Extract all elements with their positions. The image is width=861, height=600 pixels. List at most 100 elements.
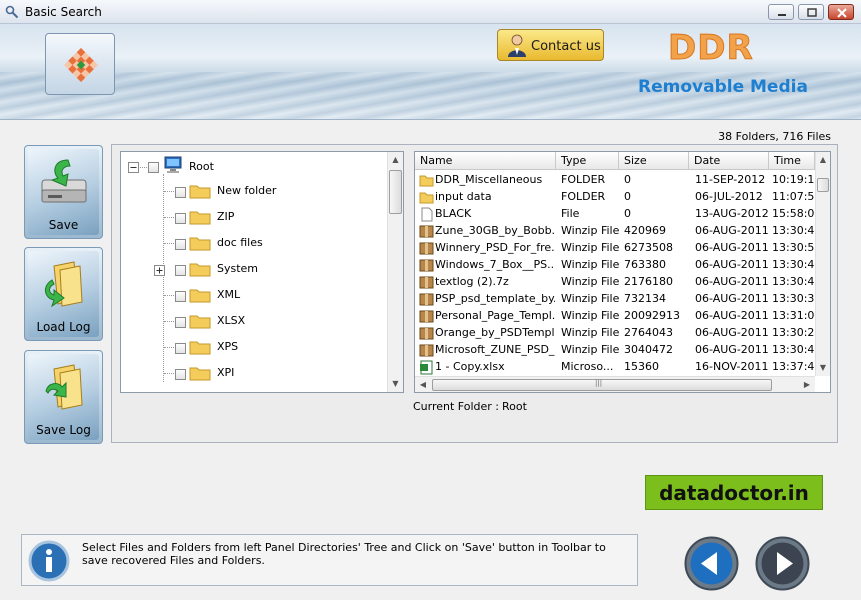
cell-type: Winzip File	[561, 343, 619, 356]
minimize-button[interactable]	[768, 4, 794, 20]
list-vertical-scrollbar[interactable]: ▲ ▼	[815, 152, 830, 376]
list-vscroll-thumb[interactable]	[817, 178, 829, 192]
tree-connector	[164, 321, 174, 322]
tree-node[interactable]: XLSX	[121, 310, 401, 332]
folder-save-icon	[45, 364, 83, 410]
directory-tree[interactable]: Root New folder ZIP doc files System XML	[120, 151, 404, 393]
disk-drive-save-icon	[41, 159, 87, 203]
tree-label: XLSX	[217, 314, 246, 327]
tree-checkbox[interactable]	[175, 213, 186, 224]
tree-node[interactable]: XPI	[121, 362, 401, 384]
tree-node-root[interactable]: Root	[121, 156, 401, 178]
table-row[interactable]: Zune_30GB_by_Bobb... Winzip File 420969 06-…	[415, 222, 815, 239]
column-header-time[interactable]: Time	[769, 152, 815, 170]
contact-us-button[interactable]: Contact us	[497, 29, 604, 61]
save-log-label: Save Log	[36, 423, 91, 437]
cell-size: 763380	[624, 258, 666, 271]
cell-time: 13:31:0	[772, 309, 815, 322]
tree-checkbox[interactable]	[175, 239, 186, 250]
maximize-button[interactable]	[798, 4, 824, 20]
table-row[interactable]: Orange_by_PSDTempl... Winzip File 2764043 0…	[415, 324, 815, 341]
table-row[interactable]: textlog (2).7z Winzip File 2176180 06-AUG-2…	[415, 273, 815, 290]
tree-checkbox[interactable]	[175, 317, 186, 328]
scroll-up-arrow-icon[interactable]: ▲	[388, 152, 403, 168]
tree-checkbox[interactable]	[175, 187, 186, 198]
tree-scroll-thumb[interactable]	[389, 170, 402, 214]
person-icon	[508, 34, 526, 57]
file-list[interactable]: Name Type Size Date Time DDR_Miscellaneo…	[414, 151, 831, 393]
cell-name: Windows_7_Box__PS...	[435, 258, 555, 271]
load-log-label: Load Log	[36, 320, 91, 334]
table-row[interactable]: Windows_7_Box__PS... Winzip File 763380 06-…	[415, 256, 815, 273]
cell-type: Winzip File	[561, 292, 619, 305]
next-button[interactable]	[754, 535, 811, 592]
tree-label: System	[217, 262, 259, 275]
info-icon	[28, 540, 70, 582]
cell-size: 3040472	[624, 343, 673, 356]
tree-scrollbar[interactable]: ▲ ▼	[387, 152, 403, 392]
tree-checkbox[interactable]	[148, 162, 159, 173]
expand-icon[interactable]	[154, 265, 165, 276]
current-folder-label: Current Folder :	[413, 400, 500, 413]
collapse-icon[interactable]	[128, 162, 139, 173]
cell-name: Orange_by_PSDTempl...	[435, 326, 555, 339]
cell-date: 06-AUG-2011	[695, 326, 769, 339]
folder-icon	[189, 237, 211, 251]
scroll-left-arrow-icon[interactable]: ◀	[415, 377, 431, 392]
table-row[interactable]: input data FOLDER 0 06-JUL-2012 11:07:5	[415, 188, 815, 205]
tree-node[interactable]: ZIP	[121, 206, 401, 228]
tree-checkbox[interactable]	[175, 343, 186, 354]
save-button[interactable]: Save	[24, 145, 103, 239]
column-header-type[interactable]: Type	[556, 152, 619, 170]
window-title: Basic Search	[25, 5, 102, 19]
scroll-right-arrow-icon[interactable]: ▶	[799, 377, 815, 392]
cell-name: Winnery_PSD_For_fre...	[435, 241, 555, 254]
column-header-size[interactable]: Size	[619, 152, 689, 170]
tree-checkbox[interactable]	[175, 291, 186, 302]
tree-node[interactable]: XML	[121, 284, 401, 306]
table-row[interactable]: 1 - Copy.xlsx Microso... 15360 16-NOV-2011 1…	[415, 358, 815, 375]
scroll-down-arrow-icon[interactable]: ▼	[388, 376, 403, 392]
zip-icon	[419, 344, 434, 357]
column-header-date[interactable]: Date	[689, 152, 769, 170]
table-row[interactable]: PSP_psd_template_by... Winzip File 732134 0…	[415, 290, 815, 307]
tree-checkbox[interactable]	[175, 265, 186, 276]
cell-size: 15360	[624, 360, 659, 373]
cell-type: Winzip File	[561, 326, 619, 339]
scroll-up-arrow-icon[interactable]: ▲	[816, 152, 830, 168]
tree-connector	[164, 191, 174, 192]
scroll-down-arrow-icon[interactable]: ▼	[816, 360, 830, 376]
cell-size: 2176180	[624, 275, 673, 288]
cell-date: 06-AUG-2011	[695, 275, 769, 288]
cell-size: 6273508	[624, 241, 673, 254]
table-row[interactable]: Microsoft_ZUNE_PSD_... Winzip File 3040472…	[415, 341, 815, 358]
table-row[interactable]: BLACK File 0 13-AUG-2012 15:58:0	[415, 205, 815, 222]
close-button[interactable]	[828, 4, 854, 20]
tree-node[interactable]: New folder	[121, 180, 401, 202]
zip-icon	[419, 310, 434, 323]
table-row[interactable]: Personal_Page_Templ... Winzip File 2009291…	[415, 307, 815, 324]
website-text: datadoctor.in	[659, 481, 809, 505]
tree-connector	[164, 217, 174, 218]
load-log-button[interactable]: Load Log	[24, 247, 103, 341]
table-row[interactable]: Winnery_PSD_For_fre... Winzip File 6273508…	[415, 239, 815, 256]
tree-node[interactable]: XPS	[121, 336, 401, 358]
table-row[interactable]: DDR_Miscellaneous FOLDER 0 11-SEP-2012 10:19…	[415, 171, 815, 188]
back-button[interactable]	[683, 535, 740, 592]
tree-label: doc files	[217, 236, 263, 249]
cell-time: 13:30:3	[772, 292, 815, 305]
column-header-name[interactable]: Name	[415, 152, 556, 170]
file-icon	[421, 207, 433, 222]
save-log-button[interactable]: Save Log	[24, 350, 103, 444]
cell-type: Winzip File	[561, 258, 619, 271]
zip-icon	[419, 276, 434, 289]
cell-name: Microsoft_ZUNE_PSD_...	[435, 343, 555, 356]
cell-size: 20092913	[624, 309, 680, 322]
cell-time: 13:30:2	[772, 326, 815, 339]
tree-node[interactable]: System	[121, 258, 401, 280]
list-horizontal-scrollbar[interactable]: ◀ ||| ▶	[415, 376, 815, 392]
tree-node[interactable]: doc files	[121, 232, 401, 254]
tree-checkbox[interactable]	[175, 369, 186, 380]
cell-type: Microso...	[561, 360, 614, 373]
cell-name: PSP_psd_template_by...	[435, 292, 555, 305]
